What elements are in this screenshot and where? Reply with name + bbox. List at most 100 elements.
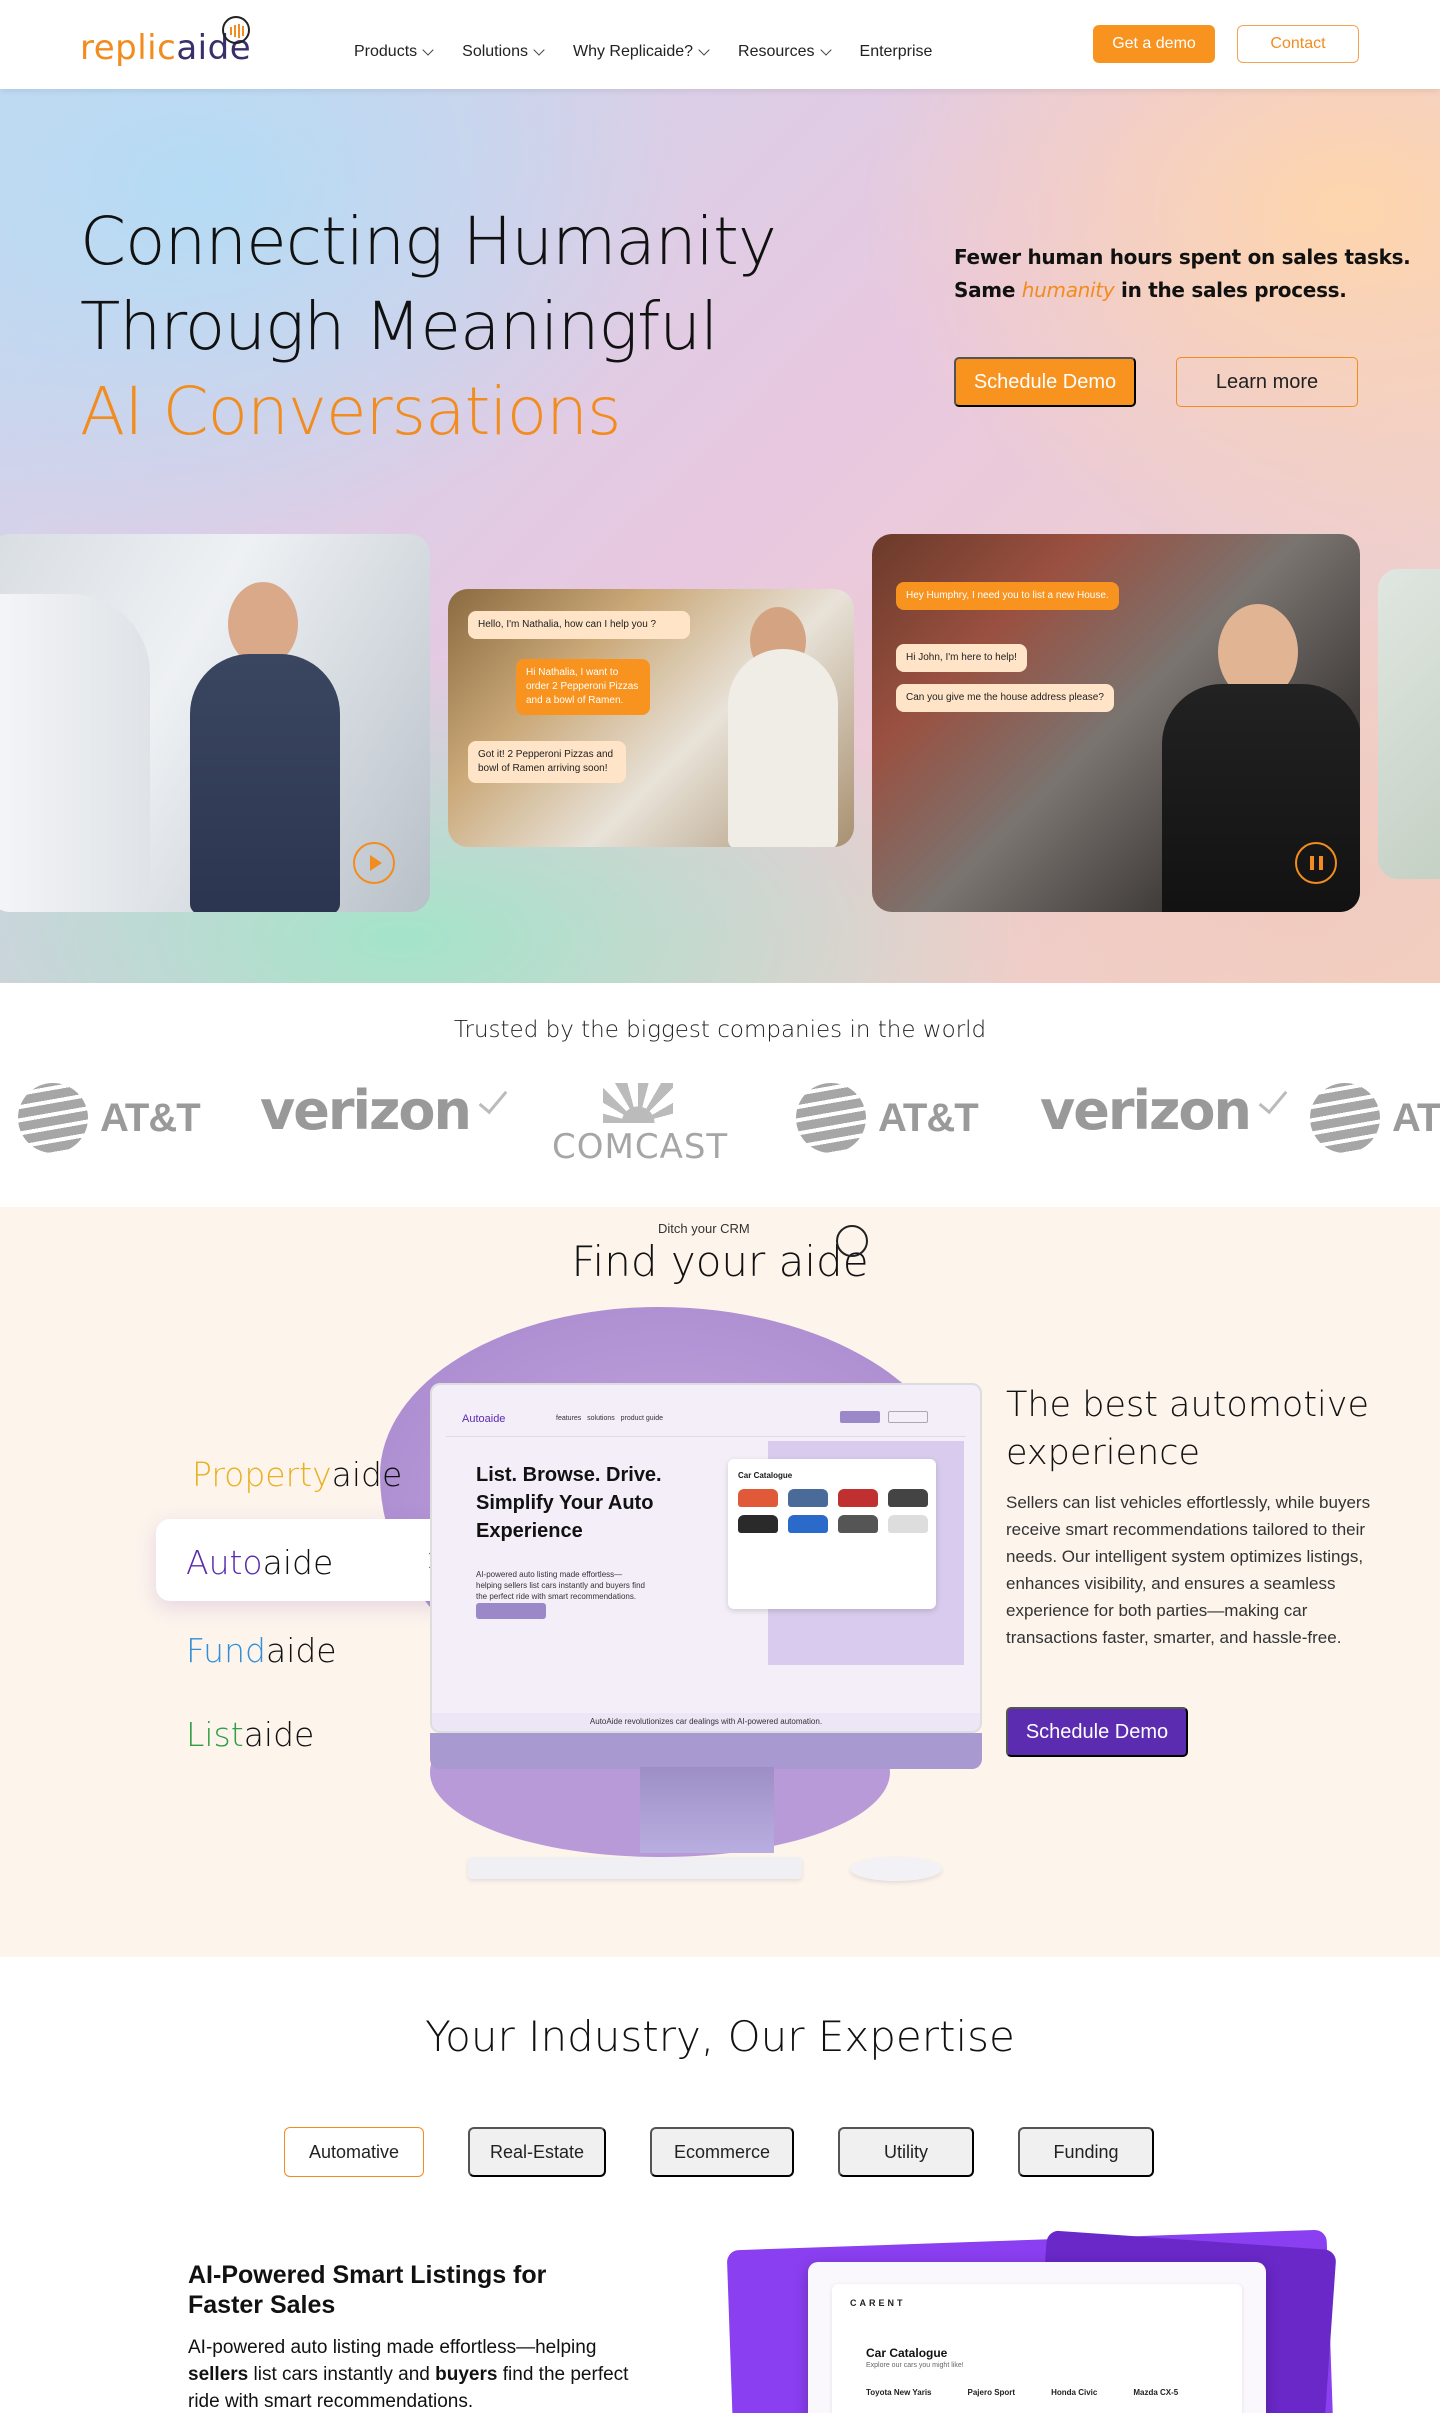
screen-paragraph: AI-powered auto listing made effortless—…	[476, 1570, 645, 1601]
chat-bubble: Hey Humphry, I need you to list a new Ho…	[896, 582, 1119, 610]
pause-icon[interactable]	[1295, 842, 1337, 884]
hero-card-realtor[interactable]: Hey Humphry, I need you to list a new Ho…	[872, 534, 1360, 912]
menu-label: Why Replicaide?	[572, 43, 694, 60]
menu-products[interactable]: Products	[354, 43, 434, 61]
find-aide-section: Ditch your CRM Find your aide Propertyai…	[0, 1207, 1440, 1957]
peacock-icon	[603, 1083, 673, 1123]
car-name: Honda Civic	[1051, 2388, 1098, 2397]
menu-label: Products	[354, 43, 418, 60]
aide-prefix: Auto	[186, 1543, 263, 1582]
aide-suffix: aide	[243, 1715, 315, 1754]
logo-att: AT&T	[1310, 1083, 1440, 1153]
att-globe-icon	[18, 1083, 88, 1153]
chevron-down-icon	[819, 44, 832, 56]
keyboard-image	[468, 1857, 802, 1879]
tagline-pre: Same	[954, 278, 1022, 302]
car-image	[0, 594, 150, 912]
tab-funding[interactable]: Funding	[1018, 2127, 1154, 2177]
monitor-screen: Autoaide features solutions product guid…	[430, 1383, 982, 1733]
tab-utility[interactable]: Utility	[838, 2127, 974, 2177]
chevron-down-icon	[422, 44, 434, 56]
check-icon	[1258, 1083, 1288, 1114]
menu-solutions[interactable]: Solutions	[462, 43, 545, 61]
chevron-down-icon	[533, 44, 545, 56]
chat-bubble: Got it! 2 Pepperoni Pizzas and bowl of R…	[468, 741, 626, 783]
aide-fund[interactable]: Fundaide	[186, 1631, 337, 1670]
aide-prefix: Property	[192, 1455, 332, 1494]
menu-why[interactable]: Why Replicaide?	[572, 43, 710, 61]
trusted-section: Trusted by the biggest companies in the …	[0, 983, 1440, 1207]
chat-bubble: Hi John, I'm here to help!	[896, 644, 1027, 672]
app-car-list: Toyota New Yaris Pajero Sport Honda Civi…	[866, 2388, 1178, 2397]
industry-tabs: Automative Real-Estate Ecommerce Utility…	[0, 2127, 1440, 2177]
aide-list[interactable]: Listaide	[186, 1715, 314, 1754]
logo-att: AT&T	[18, 1083, 201, 1153]
aide-prefix: List	[186, 1715, 244, 1754]
car-name: Toyota New Yaris	[866, 2388, 932, 2397]
app-brand: CARENT	[850, 2298, 906, 2308]
screen-nav-links: features solutions product guide	[556, 1415, 664, 1422]
screen-demo-button	[840, 1411, 880, 1423]
screen-trial-button	[476, 1603, 546, 1619]
monitor-stand	[640, 1767, 774, 1853]
best-title: The best automotive experience	[1006, 1385, 1370, 1473]
play-icon[interactable]	[353, 842, 395, 884]
aide-suffix: aide	[262, 1543, 334, 1582]
aide-property[interactable]: Propertyaide	[192, 1455, 402, 1494]
tagline-line1: Fewer human hours spent on sales tasks.	[954, 245, 1411, 269]
logo-verizon: verizon	[260, 1079, 508, 1142]
logo-att: AT&T	[796, 1083, 979, 1153]
hero-title: Connecting Humanity Through Meaningful A…	[80, 199, 777, 454]
screen-contact-button	[888, 1411, 928, 1423]
menu-label: Solutions	[462, 43, 528, 60]
tab-ecommerce[interactable]: Ecommerce	[650, 2127, 794, 2177]
learn-more-button[interactable]: Learn more	[1176, 357, 1358, 407]
monitor-bezel	[430, 1733, 982, 1769]
chat-bubble: Hello, I'm Nathalia, how can I help you …	[468, 611, 690, 639]
logo-comcast: COMCAST	[552, 1083, 727, 1167]
person-image	[190, 654, 340, 912]
hero-title-accent: AI Conversations	[80, 373, 621, 450]
find-title: Find your aide	[571, 1237, 869, 1286]
logo-verizon: verizon	[1040, 1079, 1288, 1142]
chevron-down-icon	[698, 44, 710, 56]
tab-real-estate[interactable]: Real-Estate	[468, 2127, 606, 2177]
get-demo-button[interactable]: Get a demo	[1093, 25, 1215, 63]
page: replic aide Products Solutions Why Replic…	[0, 0, 1440, 2413]
contact-button[interactable]: Contact	[1237, 25, 1359, 63]
car-grid	[738, 1489, 928, 1533]
aide-suffix: aide	[265, 1631, 337, 1670]
app-catalogue-subtitle: Explore our cars you might like!	[866, 2362, 964, 2369]
screen-brand: Autoaide	[462, 1413, 506, 1425]
hero-card-food[interactable]: Hello, I'm Nathalia, how can I help you …	[448, 589, 854, 847]
car-name: Pajero Sport	[967, 2388, 1016, 2397]
screen-footer: AutoAide revolutionizes car dealings wit…	[432, 1713, 980, 1731]
schedule-demo-button[interactable]: Schedule Demo	[954, 357, 1136, 407]
hero-card-partial[interactable]	[1378, 569, 1440, 879]
tab-automative[interactable]: Automative	[284, 2127, 424, 2177]
att-globe-icon	[1310, 1083, 1380, 1153]
person-image	[728, 649, 838, 847]
menu-label: Resources	[738, 43, 815, 60]
hero-title-line1: Connecting Humanity	[80, 203, 777, 280]
sound-wave-icon	[836, 1225, 868, 1257]
sound-wave-icon	[222, 16, 250, 44]
feature-title: AI-Powered Smart Listings for Faster Sal…	[188, 2261, 547, 2319]
hero-tagline: Fewer human hours spent on sales tasks. …	[954, 241, 1411, 307]
top-nav: replicaide Products Solutions Why Replic…	[0, 0, 1440, 89]
hero-card-car[interactable]	[0, 534, 430, 912]
menu-resources[interactable]: Resources	[738, 43, 832, 61]
schedule-demo-button[interactable]: Schedule Demo	[1006, 1707, 1188, 1757]
mouse-image	[850, 1857, 942, 1881]
aide-suffix: aide	[331, 1455, 403, 1494]
chat-bubble: Can you give me the house address please…	[896, 684, 1114, 712]
check-icon	[478, 1083, 508, 1114]
screen-heading: List. Browse. Drive. Simplify Your Auto …	[476, 1464, 662, 1542]
chat-bubble: Hi Nathalia, I want to order 2 Pepperoni…	[516, 659, 650, 715]
best-description: Sellers can list vehicles effortlessly, …	[1006, 1493, 1371, 1647]
aide-auto[interactable]: Autoaide	[186, 1543, 333, 1582]
screen-nav: Autoaide features solutions product guid…	[446, 1397, 966, 1437]
feature-description: AI-powered auto listing made effortless—…	[188, 2337, 629, 2412]
app-catalogue-title: Car Catalogue	[866, 2346, 948, 2360]
menu-enterprise[interactable]: Enterprise	[860, 43, 933, 61]
